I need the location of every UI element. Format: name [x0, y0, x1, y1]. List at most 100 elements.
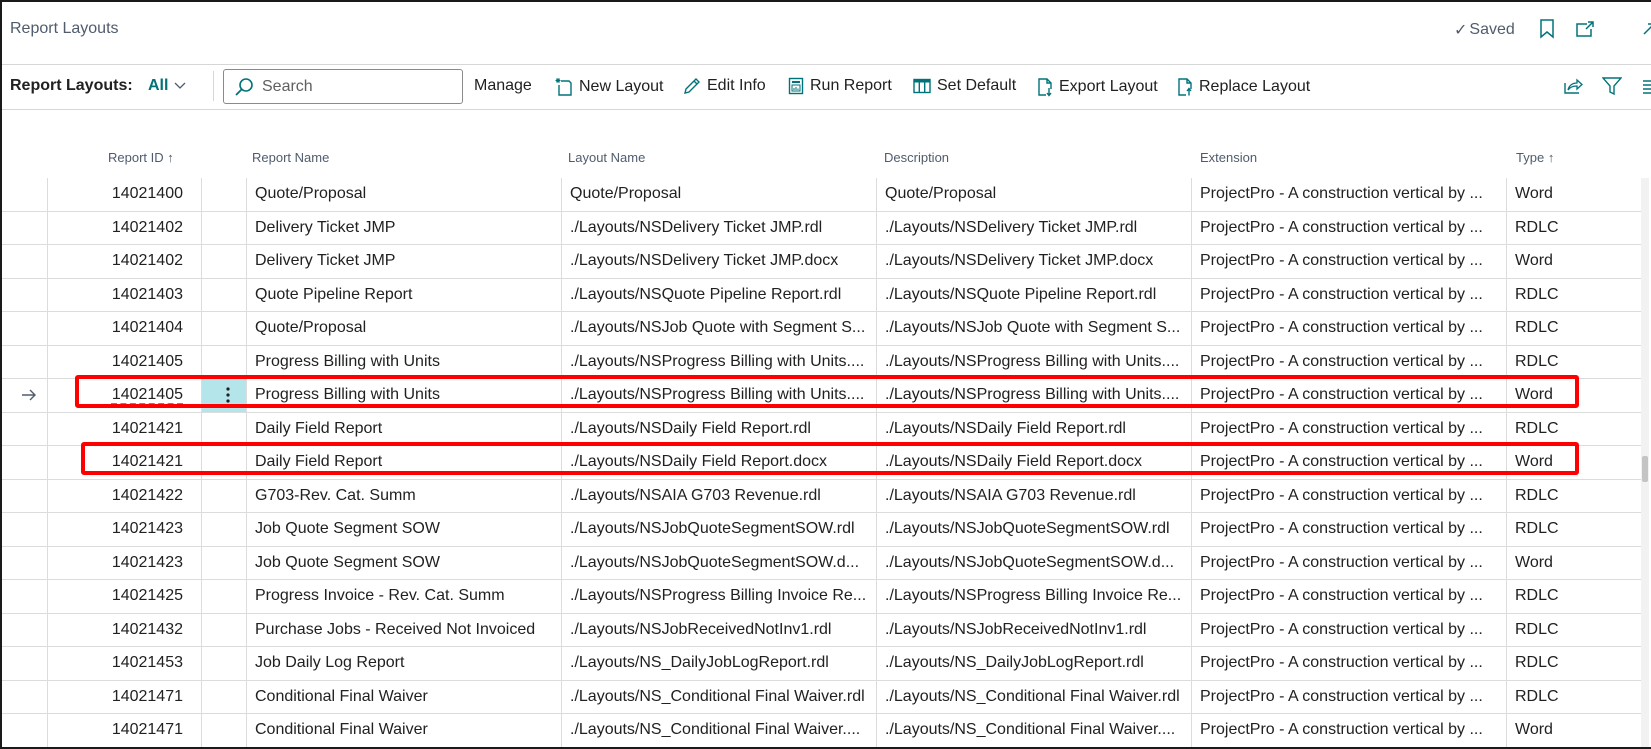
edit-info-button[interactable]: Edit Info: [683, 77, 766, 95]
description-cell[interactable]: ./Layouts/NSProgress Billing with Units.…: [876, 379, 1191, 412]
report-name-cell[interactable]: Daily Field Report: [246, 446, 561, 479]
layout-name-cell[interactable]: ./Layouts/NSJobQuoteSegmentSOW.d...: [561, 546, 876, 579]
row-actions-cell[interactable]: [201, 312, 246, 345]
report-name-cell[interactable]: Delivery Ticket JMP: [246, 245, 561, 278]
description-cell[interactable]: ./Layouts/NSQuote Pipeline Report.rdl: [876, 278, 1191, 311]
extension-cell[interactable]: ProjectPro - A construction vertical by …: [1191, 714, 1506, 747]
table-row[interactable]: 14021404 Quote/Proposal ./Layouts/NSJob Qu…: [2, 312, 1642, 346]
report-id-cell[interactable]: 14021453: [47, 647, 201, 680]
layout-name-cell[interactable]: ./Layouts/NSDelivery Ticket JMP.docx: [561, 245, 876, 278]
extension-cell[interactable]: ProjectPro - A construction vertical by …: [1191, 546, 1506, 579]
vertical-scrollbar[interactable]: [1641, 178, 1649, 747]
column-header-layout-name[interactable]: Layout Name: [568, 150, 645, 165]
table-row[interactable]: 14021425 Progress Invoice - Rev. Cat. Sum…: [2, 580, 1642, 614]
export-layout-button[interactable]: Export Layout: [1037, 77, 1158, 97]
row-actions-cell[interactable]: [201, 513, 246, 546]
report-name-cell[interactable]: Daily Field Report: [246, 412, 561, 445]
row-actions-cell[interactable]: [201, 245, 246, 278]
type-cell[interactable]: RDLC: [1506, 412, 1626, 445]
type-cell[interactable]: RDLC: [1506, 513, 1626, 546]
type-cell[interactable]: RDLC: [1506, 345, 1626, 378]
report-id-cell[interactable]: 14021423: [47, 546, 201, 579]
report-name-cell[interactable]: Progress Billing with Units: [246, 379, 561, 412]
extension-cell[interactable]: ProjectPro - A construction vertical by …: [1191, 211, 1506, 244]
report-id-cell[interactable]: 14021421: [47, 412, 201, 445]
description-cell[interactable]: ./Layouts/NSProgress Billing with Units.…: [876, 345, 1191, 378]
table-row[interactable]: 14021402 Delivery Ticket JMP ./Layouts/NSD…: [2, 245, 1642, 279]
table-row[interactable]: 14021421 Daily Field Report ./Layouts/NSDa…: [2, 412, 1642, 446]
extension-cell[interactable]: ProjectPro - A construction vertical by …: [1191, 345, 1506, 378]
type-cell[interactable]: Word: [1506, 714, 1626, 747]
manage-button[interactable]: Manage: [474, 77, 532, 95]
row-actions-cell[interactable]: [201, 680, 246, 713]
table-row[interactable]: 14021422 G703-Rev. Cat. Summ ./Layouts/NSA…: [2, 479, 1642, 513]
table-row[interactable]: 14021402 Delivery Ticket JMP ./Layouts/NSD…: [2, 211, 1642, 245]
scrollbar-thumb[interactable]: [1642, 456, 1648, 482]
table-row[interactable]: 14021405 Progress Billing with Units ./Lay…: [2, 379, 1642, 413]
description-cell[interactable]: ./Layouts/NSJobQuoteSegmentSOW.rdl: [876, 513, 1191, 546]
table-row[interactable]: 14021421 Daily Field Report ./Layouts/NSDa…: [2, 446, 1642, 480]
layout-name-cell[interactable]: ./Layouts/NSDaily Field Report.rdl: [561, 412, 876, 445]
type-cell[interactable]: RDLC: [1506, 680, 1626, 713]
report-id-cell[interactable]: 14021404: [47, 312, 201, 345]
row-actions-cell[interactable]: [201, 546, 246, 579]
table-row[interactable]: 14021423 Job Quote Segment SOW ./Layouts/N…: [2, 513, 1642, 547]
description-cell[interactable]: ./Layouts/NS_Conditional Final Waiver.rd…: [876, 680, 1191, 713]
report-name-cell[interactable]: Quote Pipeline Report: [246, 278, 561, 311]
description-cell[interactable]: ./Layouts/NSDelivery Ticket JMP.rdl: [876, 211, 1191, 244]
layout-name-cell[interactable]: ./Layouts/NS_Conditional Final Waiver...…: [561, 714, 876, 747]
report-id-cell[interactable]: 14021402: [47, 211, 201, 244]
description-cell[interactable]: ./Layouts/NSJobQuoteSegmentSOW.d...: [876, 546, 1191, 579]
extension-cell[interactable]: ProjectPro - A construction vertical by …: [1191, 245, 1506, 278]
row-actions-cell[interactable]: [201, 412, 246, 445]
report-id-cell[interactable]: 14021471: [47, 714, 201, 747]
report-name-cell[interactable]: Quote/Proposal: [246, 312, 561, 345]
column-header-report-name[interactable]: Report Name: [252, 150, 329, 165]
extension-cell[interactable]: ProjectPro - A construction vertical by …: [1191, 412, 1506, 445]
type-cell[interactable]: Word: [1506, 546, 1626, 579]
table-row[interactable]: 14021400 Quote/Proposal Quote/Proposal Quot…: [2, 178, 1642, 212]
report-id-cell[interactable]: 14021405: [47, 345, 201, 378]
layout-name-cell[interactable]: ./Layouts/NSJobQuoteSegmentSOW.rdl: [561, 513, 876, 546]
description-cell[interactable]: ./Layouts/NSJobReceivedNotInv1.rdl: [876, 613, 1191, 646]
report-name-cell[interactable]: G703-Rev. Cat. Summ: [246, 479, 561, 512]
report-name-cell[interactable]: Conditional Final Waiver: [246, 680, 561, 713]
row-actions-cell[interactable]: [201, 345, 246, 378]
type-cell[interactable]: RDLC: [1506, 278, 1626, 311]
column-header-report-id[interactable]: Report ID ↑: [108, 150, 174, 165]
replace-layout-button[interactable]: Replace Layout: [1177, 77, 1310, 97]
description-cell[interactable]: ./Layouts/NS_Conditional Final Waiver...…: [876, 714, 1191, 747]
share-icon[interactable]: [1562, 75, 1584, 97]
table-row[interactable]: 14021403 Quote Pipeline Report ./Layouts/N…: [2, 278, 1642, 312]
row-actions-cell[interactable]: [201, 211, 246, 244]
row-actions-cell[interactable]: [201, 613, 246, 646]
report-name-cell[interactable]: Job Daily Log Report: [246, 647, 561, 680]
row-actions-cell[interactable]: [201, 178, 246, 211]
layout-name-cell[interactable]: ./Layouts/NSProgress Billing with Units.…: [561, 345, 876, 378]
layout-name-cell[interactable]: ./Layouts/NS_Conditional Final Waiver.rd…: [561, 680, 876, 713]
extension-cell[interactable]: ProjectPro - A construction vertical by …: [1191, 479, 1506, 512]
report-id-cell[interactable]: 14021402: [47, 245, 201, 278]
report-id-cell[interactable]: 14021403: [47, 278, 201, 311]
open-in-new-window-icon[interactable]: [1574, 18, 1596, 40]
extension-cell[interactable]: ProjectPro - A construction vertical by …: [1191, 446, 1506, 479]
description-cell[interactable]: ./Layouts/NSAIA G703 Revenue.rdl: [876, 479, 1191, 512]
table-row[interactable]: 14021471 Conditional Final Waiver ./Layout…: [2, 714, 1642, 747]
description-cell[interactable]: ./Layouts/NSDaily Field Report.rdl: [876, 412, 1191, 445]
row-actions-cell[interactable]: [201, 479, 246, 512]
layout-name-cell[interactable]: ./Layouts/NS_DailyJobLogReport.rdl: [561, 647, 876, 680]
type-cell[interactable]: RDLC: [1506, 613, 1626, 646]
report-id-cell[interactable]: 14021471: [47, 680, 201, 713]
layout-name-cell[interactable]: ./Layouts/NSDelivery Ticket JMP.rdl: [561, 211, 876, 244]
column-header-description[interactable]: Description: [884, 150, 949, 165]
row-actions-cell[interactable]: [201, 278, 246, 311]
report-name-cell[interactable]: Job Quote Segment SOW: [246, 513, 561, 546]
description-cell[interactable]: ./Layouts/NSDelivery Ticket JMP.docx: [876, 245, 1191, 278]
extension-cell[interactable]: ProjectPro - A construction vertical by …: [1191, 647, 1506, 680]
description-cell[interactable]: ./Layouts/NSProgress Billing Invoice Re.…: [876, 580, 1191, 613]
layout-name-cell[interactable]: ./Layouts/NSJobReceivedNotInv1.rdl: [561, 613, 876, 646]
table-row[interactable]: 14021405 Progress Billing with Units ./Lay…: [2, 345, 1642, 379]
type-cell[interactable]: RDLC: [1506, 312, 1626, 345]
report-id-cell[interactable]: 14021423: [47, 513, 201, 546]
column-header-extension[interactable]: Extension: [1200, 150, 1257, 165]
